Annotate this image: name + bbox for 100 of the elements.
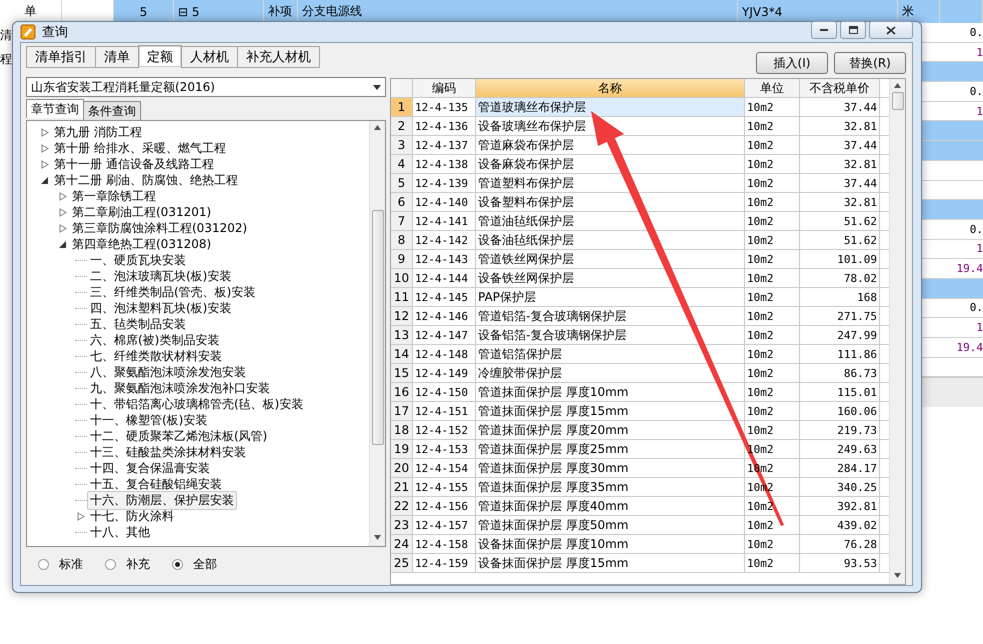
table-cell: 10m2	[745, 174, 800, 193]
tree-item[interactable]: 第三章防腐蚀涂料工程(031202)	[69, 218, 250, 238]
tree-item[interactable]: 第九册 消防工程	[51, 122, 145, 142]
replace-button[interactable]: 替换(R)	[834, 52, 906, 74]
tree-item[interactable]: 第十册 给排水、采暖、燃气工程	[51, 138, 229, 158]
tree-item[interactable]: 八、聚氨酯泡沫喷涂发泡安装	[87, 362, 249, 382]
tree-item[interactable]: 十八、其他	[87, 522, 153, 542]
row-number: 7	[391, 212, 413, 231]
tree-item[interactable]: 十一、橡塑管(板)安装	[87, 410, 210, 430]
collapsed-triangle-icon[interactable]	[59, 224, 67, 232]
column-header[interactable]: 名称	[476, 79, 745, 98]
tree-item[interactable]: 五、毡类制品安装	[87, 314, 189, 334]
minimize-button[interactable]	[811, 21, 837, 39]
table-cell: 32.81	[800, 155, 880, 174]
expanded-triangle-icon[interactable]	[41, 176, 49, 184]
table-cell: 12-4-147	[413, 326, 476, 345]
row-number: 17	[391, 402, 413, 421]
collapsed-triangle-icon[interactable]	[41, 128, 49, 136]
expanded-triangle-icon[interactable]	[59, 240, 67, 248]
table-cell: 12-4-159	[413, 554, 476, 573]
close-button[interactable]	[869, 21, 913, 39]
tab[interactable]: 清单	[95, 46, 139, 68]
tab[interactable]: 补充人材机	[237, 46, 320, 68]
tree-item[interactable]: 十六、防潮层、保护层安装	[87, 490, 237, 510]
filter-radio[interactable]: 标准	[38, 556, 83, 572]
table-cell: 设备铁丝网保护层	[476, 269, 745, 288]
up-arrow-icon	[894, 83, 901, 88]
table-cell: 10m2	[745, 136, 800, 155]
tree-item[interactable]: 三、纤维类制品(管壳、板)安装	[87, 282, 258, 302]
collapsed-triangle-icon[interactable]	[41, 160, 49, 168]
tab[interactable]: 定额	[138, 45, 182, 67]
table-cell: 设备抹面保护层 厚度10mm	[476, 535, 745, 554]
table-cell: 管道铝箔保护层	[476, 345, 745, 364]
maximize-icon	[848, 26, 858, 34]
table-cell: 37.44	[800, 98, 880, 117]
scrollbar[interactable]	[889, 79, 905, 584]
collapsed-triangle-icon[interactable]	[41, 144, 49, 152]
tab[interactable]: 人材机	[181, 46, 238, 68]
tree-item[interactable]: 六、棉席(被)类制品安装	[87, 330, 222, 350]
row-number: 24	[391, 535, 413, 554]
collapsed-triangle-icon[interactable]	[59, 192, 67, 200]
row-number: 11	[391, 288, 413, 307]
scrollbar[interactable]	[369, 121, 385, 546]
tree-item[interactable]: 第十一册 通信设备及线路工程	[51, 154, 217, 174]
filter-radio[interactable]: 补充	[105, 556, 150, 572]
table-cell: 101.09	[800, 250, 880, 269]
table-cell: 10m2	[745, 269, 800, 288]
row-number: 1	[391, 98, 413, 117]
tree-item[interactable]: 第二章刷油工程(031201)	[69, 202, 214, 222]
filter-radio[interactable]: 全部	[172, 556, 217, 572]
table-cell: 340.25	[800, 478, 880, 497]
tree-item[interactable]: 十四、复合保温膏安装	[87, 458, 213, 478]
tree-item[interactable]: 七、纤维类散状材料安装	[87, 346, 225, 366]
column-header[interactable]: 单位	[745, 79, 800, 98]
tree-item[interactable]: 第十二册 刷油、防腐蚀、绝热工程	[51, 170, 241, 190]
table-cell: 管道抹面保护层 厚度30mm	[476, 459, 745, 478]
collapsed-triangle-icon[interactable]	[59, 208, 67, 216]
table-cell: 12-4-150	[413, 383, 476, 402]
up-arrow-icon	[374, 125, 381, 130]
row-number: 19	[391, 440, 413, 459]
table-cell: 249.63	[800, 440, 880, 459]
table-cell: 12-4-149	[413, 364, 476, 383]
table-cell: 168	[800, 288, 880, 307]
row-number: 22	[391, 497, 413, 516]
tree-item[interactable]: 十、带铝箔离心玻璃棉管壳(毡、板)安装	[87, 394, 306, 414]
close-icon	[886, 26, 896, 34]
table-cell: 12-4-146	[413, 307, 476, 326]
column-header[interactable]: 编码	[413, 79, 476, 98]
collapsed-triangle-icon[interactable]	[77, 512, 85, 520]
table-cell: 管道油毡纸保护层	[476, 212, 745, 231]
tree-item[interactable]: 九、聚氨酯泡沫喷涂发泡补口安装	[87, 378, 273, 398]
tree-item[interactable]: 十五、复合硅酸铝绳安装	[87, 474, 225, 494]
tree-item[interactable]: 第四章绝热工程(031208)	[69, 234, 214, 254]
insert-button[interactable]: 插入(I)	[756, 52, 828, 74]
scroll-thumb[interactable]	[372, 210, 384, 445]
table-cell: 12-4-144	[413, 269, 476, 288]
scroll-thumb[interactable]	[892, 92, 904, 110]
column-header[interactable]: 不含税单价	[800, 79, 880, 98]
library-select[interactable]: 山东省安装工程消耗量定额(2016)	[26, 77, 386, 97]
table-cell: 12-4-151	[413, 402, 476, 421]
table-cell: 10m2	[745, 212, 800, 231]
maximize-button[interactable]	[840, 21, 866, 39]
table-cell: 284.17	[800, 459, 880, 478]
tree-item[interactable]: 十三、硅酸盐类涂抹材料安装	[87, 442, 249, 462]
tree-item[interactable]: 四、泡沫塑料瓦块(板)安装	[87, 298, 234, 318]
table-cell: 10m2	[745, 250, 800, 269]
tree-item[interactable]: 二、泡沫玻璃瓦块(板)安装	[87, 266, 234, 286]
sub-tab[interactable]: 条件查询	[83, 101, 141, 120]
tree-item[interactable]: 十七、防火涂料	[87, 506, 177, 526]
table-cell: 设备塑料布保护层	[476, 193, 745, 212]
sub-tab[interactable]: 章节查询	[26, 99, 84, 118]
table-cell: 管道铁丝网保护层	[476, 250, 745, 269]
table-cell: 12-4-136	[413, 117, 476, 136]
tab[interactable]: 清单指引	[26, 46, 96, 68]
table-cell: 10m2	[745, 193, 800, 212]
tree-item[interactable]: 十二、硬质聚苯乙烯泡沫板(风管)	[87, 426, 270, 446]
tree-item[interactable]: 第一章除锈工程	[69, 186, 159, 206]
tree-item[interactable]: 一、硬质瓦块安装	[87, 250, 189, 270]
table-cell: 管道塑料布保护层	[476, 174, 745, 193]
table-cell: 10m2	[745, 288, 800, 307]
